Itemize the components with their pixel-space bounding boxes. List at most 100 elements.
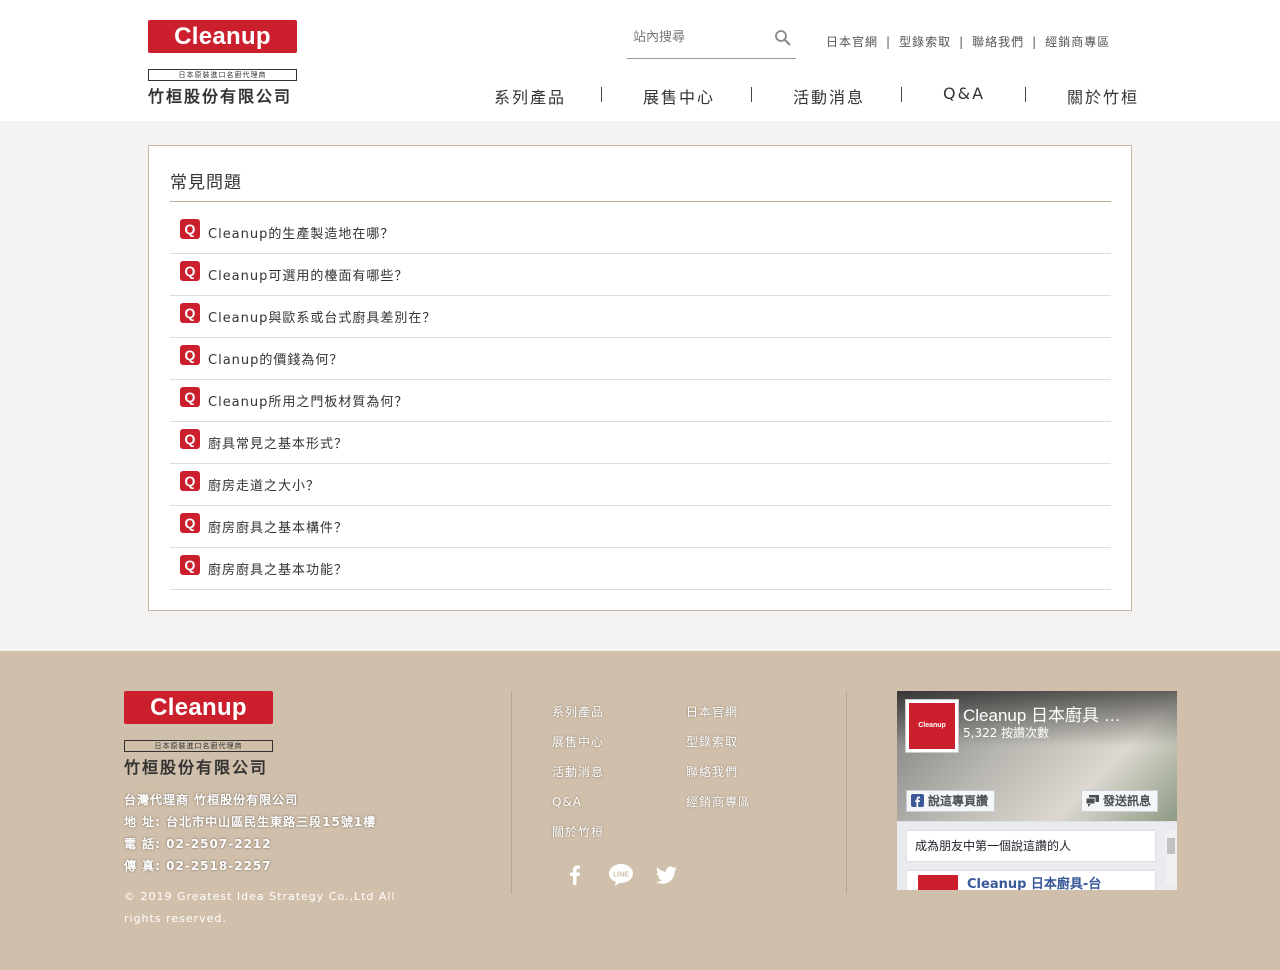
nav-item-products[interactable]: 系列產品 <box>494 84 566 108</box>
fb-scroll-thumb[interactable] <box>1167 838 1175 854</box>
footer-link-catalog[interactable]: 型錄索取 <box>686 727 751 757</box>
q-badge-icon: Q <box>180 303 200 323</box>
search-input[interactable] <box>633 30 763 45</box>
nav-divider <box>901 87 902 102</box>
faq-question[interactable]: Cleanup與歐系或台式廚具差別在？ <box>208 307 436 326</box>
footer-links-col2: 日本官網 型錄索取 聯絡我們 經銷商專區 <box>686 697 751 817</box>
footer-link-showroom[interactable]: 展售中心 <box>552 727 604 757</box>
footer-contact-info: 台灣代理商 竹桓股份有限公司 地 址: 台北市中山區民生東路三段15號1樓 電 … <box>124 789 376 877</box>
footer-fax: 傳 真: 02-2518-2257 <box>124 859 272 873</box>
main-nav: 系列產品 展售中心 活動消息 Q&A 關於竹桓 <box>494 84 1137 107</box>
fb-like-label: 說這專頁讚 <box>928 794 989 808</box>
footer-link-about[interactable]: 關於竹桓 <box>552 817 604 847</box>
fb-scrollbar[interactable] <box>1165 830 1177 885</box>
fb-post-avatar <box>918 875 958 890</box>
fb-page-avatar[interactable]: Cleanup <box>905 699 959 753</box>
top-link-contact[interactable]: 聯絡我們 <box>972 35 1024 49</box>
fb-like-button[interactable]: 說這專頁讚 <box>906 790 996 812</box>
logo-wordmark: Cleanup <box>148 20 297 53</box>
footer-link-dealer[interactable]: 經銷商專區 <box>686 787 751 817</box>
faq-question[interactable]: Cleanup所用之門板材質為何？ <box>208 391 408 410</box>
faq-item[interactable]: Q Cleanup可選用的檯面有哪些？ <box>170 254 1111 296</box>
faq-item[interactable]: Q 廚房走道之大小？ <box>170 464 1111 506</box>
footer-phone: 電 話: 02-2507-2212 <box>124 837 272 851</box>
footer-copyright: © 2019 Greatest Idea Strategy Co.,Ltd Al… <box>124 890 396 925</box>
fb-post-author: Cleanup 日本廚具-台 <box>967 877 1102 890</box>
nav-item-news[interactable]: 活動消息 <box>793 84 865 108</box>
fb-message-label: 發送訊息 <box>1103 794 1152 808</box>
faq-item[interactable]: Q Cleanup與歐系或台式廚具差別在？ <box>170 296 1111 338</box>
footer-link-products[interactable]: 系列產品 <box>552 697 604 727</box>
site-logo[interactable]: Cleanup 日本原裝進口名廚代理商 竹桓股份有限公司 <box>148 20 298 107</box>
fb-page-name[interactable]: Cleanup 日本廚具 … <box>963 701 1168 726</box>
faq-item[interactable]: Q Clanup的價錢為何？ <box>170 338 1111 380</box>
nav-item-showroom[interactable]: 展售中心 <box>643 84 715 108</box>
faq-item[interactable]: Q Cleanup所用之門板材質為何？ <box>170 380 1111 422</box>
fb-post-preview[interactable]: Cleanup 日本廚具-台 <box>906 870 1156 890</box>
site-search <box>627 22 796 59</box>
faq-question[interactable]: Cleanup的生產製造地在哪？ <box>208 223 394 242</box>
top-link-japan-site[interactable]: 日本官網 <box>826 35 878 49</box>
nav-item-qa[interactable]: Q&A <box>943 84 985 103</box>
footer-divider <box>846 691 847 894</box>
q-badge-icon: Q <box>180 387 200 407</box>
logo-company-name: 竹桓股份有限公司 <box>124 758 269 777</box>
fb-friends-text: 成為朋友中第一個說這讚的人 <box>906 830 1156 862</box>
message-icon <box>1086 795 1099 807</box>
faq-question[interactable]: 廚房走道之大小？ <box>208 475 320 494</box>
q-badge-icon: Q <box>180 513 200 533</box>
q-badge-icon: Q <box>180 219 200 239</box>
facebook-page-widget[interactable]: Cleanup Cleanup 日本廚具 … 5,322 按讚次數 說這專頁讚 … <box>897 691 1177 890</box>
logo-tagline: 日本原裝進口名廚代理商 <box>124 740 273 752</box>
faq-question[interactable]: Cleanup可選用的檯面有哪些？ <box>208 265 408 284</box>
nav-item-about[interactable]: 關於竹桓 <box>1067 84 1139 108</box>
q-badge-icon: Q <box>180 555 200 575</box>
nav-divider <box>1025 87 1026 102</box>
fb-timeline: 成為朋友中第一個說這讚的人 Cleanup 日本廚具-台 <box>897 821 1177 890</box>
logo-wordmark: Cleanup <box>124 691 273 724</box>
twitter-icon[interactable] <box>652 861 680 889</box>
faq-question[interactable]: 廚具常見之基本形式？ <box>208 433 348 452</box>
fb-avatar-logo: Cleanup <box>909 703 955 749</box>
footer-link-contact[interactable]: 聯絡我們 <box>686 757 751 787</box>
fb-like-count: 5,322 按讚次數 <box>963 726 1050 740</box>
q-badge-icon: Q <box>180 261 200 281</box>
faq-question[interactable]: 廚房廚具之基本功能？ <box>208 559 348 578</box>
top-links: 日本官網 | 型錄索取 | 聯絡我們 | 經銷商專區 <box>826 33 1110 50</box>
faq-item[interactable]: Q Cleanup的生產製造地在哪？ <box>170 212 1111 254</box>
nav-divider <box>601 87 602 102</box>
footer-links-col1: 系列產品 展售中心 活動消息 Q&A 關於竹桓 <box>552 697 604 847</box>
search-icon[interactable] <box>774 29 792 47</box>
q-badge-icon: Q <box>180 471 200 491</box>
faq-panel: 常見問題 Q Cleanup的生產製造地在哪？ Q Cleanup可選用的檯面有哪些… <box>148 145 1132 611</box>
facebook-icon[interactable] <box>561 861 589 889</box>
q-badge-icon: Q <box>180 345 200 365</box>
top-link-separator: | <box>886 35 892 49</box>
footer-agent: 台灣代理商 竹桓股份有限公司 <box>124 793 299 807</box>
footer-divider <box>511 691 512 894</box>
top-link-separator: | <box>1032 35 1038 49</box>
footer-link-qa[interactable]: Q&A <box>552 787 604 817</box>
top-link-dealer[interactable]: 經銷商專區 <box>1045 35 1110 49</box>
footer-address: 地 址: 台北市中山區民生東路三段15號1樓 <box>124 815 377 829</box>
faq-item[interactable]: Q 廚房廚具之基本功能？ <box>170 548 1111 590</box>
nav-divider <box>751 87 752 102</box>
footer-link-news[interactable]: 活動消息 <box>552 757 604 787</box>
page-title: 常見問題 <box>170 173 242 193</box>
line-icon[interactable]: LINE <box>607 861 635 889</box>
site-footer: Cleanup 日本原裝進口名廚代理商 竹桓股份有限公司 台灣代理商 竹桓股份有… <box>0 651 1280 970</box>
svg-text:LINE: LINE <box>613 872 629 879</box>
top-link-catalog[interactable]: 型錄索取 <box>899 35 951 49</box>
footer-logo[interactable]: Cleanup 日本原裝進口名廚代理商 竹桓股份有限公司 <box>124 691 274 778</box>
faq-item[interactable]: Q 廚房廚具之基本構件？ <box>170 506 1111 548</box>
facebook-icon <box>911 794 924 807</box>
fb-message-button[interactable]: 發送訊息 <box>1081 790 1159 812</box>
title-divider <box>170 201 1111 202</box>
site-header: Cleanup 日本原裝進口名廚代理商 竹桓股份有限公司 日本官網 | 型錄索取 | 聯… <box>0 0 1280 121</box>
faq-question[interactable]: 廚房廚具之基本構件？ <box>208 517 348 536</box>
faq-list: Q Cleanup的生產製造地在哪？ Q Cleanup可選用的檯面有哪些？ Q Cl… <box>170 212 1111 590</box>
faq-item[interactable]: Q 廚具常見之基本形式？ <box>170 422 1111 464</box>
footer-link-japan-site[interactable]: 日本官網 <box>686 697 751 727</box>
faq-question[interactable]: Clanup的價錢為何？ <box>208 349 343 368</box>
logo-tagline: 日本原裝進口名廚代理商 <box>148 69 297 81</box>
